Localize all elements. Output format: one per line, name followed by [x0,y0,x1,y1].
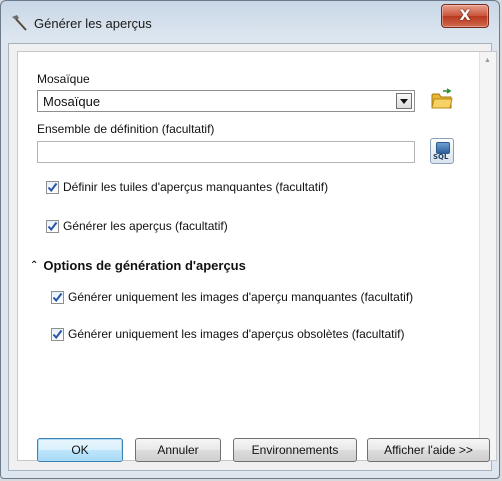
ok-button[interactable]: OK [37,438,123,462]
checkmark-icon [52,292,63,302]
checkbox-row-obsolete-images-only[interactable]: Générer uniquement les images d'aperçus … [51,327,404,341]
dropdown-arrow-icon[interactable] [396,93,412,109]
checkbox-label: Générer uniquement les images d'aperçus … [68,327,405,341]
browse-folder-button[interactable] [430,88,454,112]
checkmark-icon [52,329,63,339]
hammer-icon [12,15,27,31]
title-bar[interactable]: Générer les aperçus X [1,1,499,43]
checkbox-label: Générer les aperçus (facultatif) [63,219,228,233]
vertical-scrollbar[interactable]: ▲ ▼ [479,52,496,460]
section-title: Options de génération d'aperçus [43,258,246,273]
sql-query-button[interactable]: SQL [430,138,454,164]
close-icon: X [459,8,471,24]
obsolete-images-only-checkbox[interactable] [51,327,64,341]
mosaic-dropdown-value: Mosaïque [43,94,101,109]
options-section-header[interactable]: ⌃ Options de génération d'aperçus [30,258,246,273]
show-help-button[interactable]: Afficher l'aide >> [367,438,490,462]
close-button[interactable]: X [441,4,489,28]
define-missing-tiles-checkbox[interactable] [46,180,59,194]
mosaic-label: Mosaïque [37,72,90,86]
cancel-button[interactable]: Annuler [135,438,221,462]
mosaic-dropdown[interactable]: Mosaïque [37,90,415,112]
parameters-panel: ▲ ▼ [17,51,497,461]
checkmark-icon [47,182,58,192]
definition-expression-field[interactable] [37,141,415,163]
checkbox-row-generate-overviews[interactable]: Générer les aperçus (facultatif) [46,219,228,233]
window-title: Générer les aperçus [34,16,152,31]
checkbox-row-define-missing-tiles[interactable]: Définir les tuiles d'aperçus manquantes … [46,180,328,194]
definition-label: Ensemble de définition (facultatif) [37,122,215,136]
generate-overviews-checkbox[interactable] [46,219,59,233]
sql-label: SQL [433,153,449,161]
collapse-chevron-icon[interactable]: ⌃ [30,260,38,271]
scroll-up-arrow-icon[interactable]: ▲ [484,57,491,64]
checkmark-icon [47,221,58,231]
missing-images-only-checkbox[interactable] [51,290,64,304]
checkbox-label: Générer uniquement les images d'aperçu m… [68,290,414,304]
environments-button[interactable]: Environnements [233,438,357,462]
checkbox-label: Définir les tuiles d'aperçus manquantes … [63,180,329,194]
checkbox-row-missing-images-only[interactable]: Générer uniquement les images d'aperçu m… [51,290,413,304]
